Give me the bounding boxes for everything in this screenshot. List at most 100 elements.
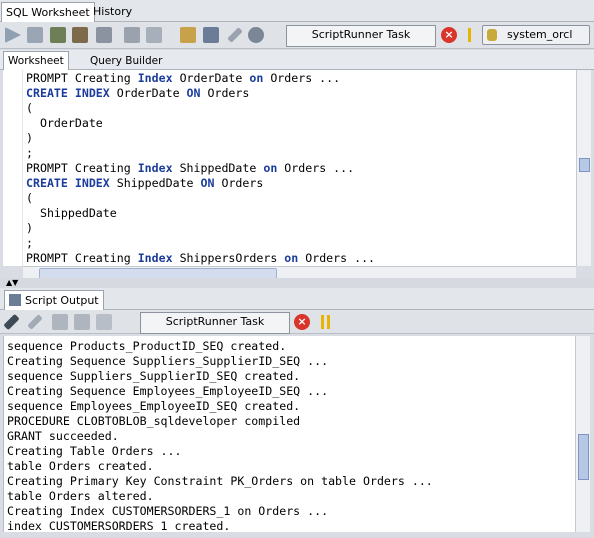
output-tab-bar: Script Output — [0, 288, 594, 311]
tab-worksheet[interactable]: Worksheet — [3, 51, 69, 71]
code-line: ( — [26, 101, 33, 116]
code-line: PROMPT Creating Index OrderDate on Order… — [26, 71, 340, 86]
tab-sql-worksheet[interactable]: SQL Worksheet — [1, 2, 95, 23]
editor-horizontal-scrollbar[interactable] — [23, 266, 576, 279]
output-line: GRANT succeeded. — [7, 429, 119, 443]
output-line: Creating Table Orders ... — [7, 444, 182, 458]
editor-vscroll-thumb[interactable] — [579, 158, 590, 172]
sql-keyword: ON — [200, 176, 215, 190]
code-text: ( — [26, 191, 33, 205]
script-output-area[interactable]: sequence Products_ProductID_SEQ created.… — [3, 336, 575, 532]
code-text: ShippedDate — [26, 206, 117, 220]
output-line: sequence Products_ProductID_SEQ created. — [7, 339, 287, 353]
cancel-icon[interactable] — [96, 27, 112, 43]
code-text: ( — [26, 101, 33, 115]
code-line: CREATE INDEX ShippedDate ON Orders — [26, 176, 263, 191]
code-line: ShippedDate — [26, 206, 117, 221]
code-line: ; — [26, 236, 33, 251]
output-toolbar: ScriptRunner Task × — [0, 310, 594, 334]
output-vertical-scrollbar[interactable] — [575, 336, 590, 532]
tab-query-builder[interactable]: Query Builder — [86, 51, 166, 70]
worksheet-tab-bar: SQL Worksheet History — [0, 0, 594, 23]
code-line: PROMPT Creating Index ShippersOrders on … — [26, 251, 375, 266]
output-line: PROCEDURE CLOBTOBLOB_sqldeveloper compil… — [7, 414, 301, 428]
run-statement-icon[interactable] — [5, 27, 21, 43]
commit-icon[interactable] — [50, 27, 66, 43]
code-text: OrderDate — [109, 86, 187, 100]
code-line: OrderDate — [26, 116, 103, 131]
code-text: PROMPT Creating — [26, 251, 138, 265]
code-text: OrderDate — [172, 71, 250, 85]
sql-keyword: Index — [137, 161, 173, 175]
collapse-arrows-icon[interactable]: ▲▼ — [6, 278, 18, 287]
sql-tuning-icon[interactable] — [124, 27, 140, 43]
output-scriptrunner-task-progress: ScriptRunner Task — [140, 312, 290, 334]
sql-keyword: Index — [137, 251, 173, 265]
stop-task-icon[interactable]: × — [441, 27, 457, 43]
scriptrunner-task-progress: ScriptRunner Task — [286, 25, 436, 47]
output-line: table Orders created. — [7, 459, 154, 473]
output-line: sequence Employees_EmployeeID_SEQ create… — [7, 399, 301, 413]
code-text: Orders — [214, 176, 264, 190]
editor-vertical-scrollbar[interactable] — [576, 70, 591, 266]
tab-history[interactable]: History — [89, 2, 136, 22]
stop-output-task-icon[interactable]: × — [294, 314, 310, 330]
code-text: PROMPT Creating — [26, 71, 138, 85]
code-text: ShippedDate — [172, 161, 264, 175]
output-line: sequence Suppliers_SupplierID_SEQ create… — [7, 369, 301, 383]
code-text: ; — [26, 146, 33, 160]
database-icon — [487, 29, 497, 41]
code-text: ShippedDate — [109, 176, 201, 190]
sql-keyword: Index — [137, 71, 173, 85]
rollback-icon[interactable] — [72, 27, 88, 43]
code-line: ( — [26, 191, 33, 206]
output-line: index CUSTOMERSORDERS_1 created. — [7, 519, 231, 532]
code-line: ; — [26, 146, 33, 161]
tab-script-output[interactable]: Script Output — [4, 290, 104, 311]
connection-select[interactable]: system_orcl — [482, 25, 590, 45]
explain-plan-icon[interactable] — [146, 27, 162, 43]
code-text: ; — [26, 236, 33, 250]
output-line: Creating Primary Key Constraint PK_Order… — [7, 474, 433, 488]
print-output-icon[interactable] — [74, 314, 90, 330]
code-lines: PROMPT Creating Index OrderDate on Order… — [0, 70, 576, 266]
clear-icon[interactable] — [227, 27, 243, 43]
editor-subtab-bar: Worksheet Query Builder — [0, 50, 594, 71]
code-text: Orders ... — [263, 71, 341, 85]
sql-keyword: on — [249, 71, 264, 85]
code-line: CREATE INDEX OrderDate ON Orders — [26, 86, 249, 101]
code-text: ShippersOrders — [172, 251, 285, 265]
output-line: table Orders altered. — [7, 489, 154, 503]
code-text: ) — [26, 221, 33, 235]
format-icon[interactable] — [203, 27, 219, 43]
connection-name: system_orcl — [507, 28, 573, 41]
run-script-icon[interactable] — [27, 27, 43, 43]
sql-keyword: ON — [186, 86, 201, 100]
output-line: Creating Sequence Suppliers_SupplierID_S… — [7, 354, 329, 368]
save-output-icon[interactable] — [52, 314, 68, 330]
panel-splitter[interactable]: ▲▼ — [0, 278, 594, 288]
output-line: Creating Sequence Employees_EmployeeID_S… — [7, 384, 329, 398]
code-text: PROMPT Creating — [26, 161, 138, 175]
output-vscroll-thumb[interactable] — [578, 434, 589, 480]
sql-history-icon[interactable] — [180, 27, 196, 43]
sql-keyword: on — [263, 161, 278, 175]
code-text: Orders ... — [277, 161, 355, 175]
pause-output-bar-1[interactable] — [321, 315, 324, 329]
pin-icon[interactable] — [3, 313, 20, 331]
code-line: ) — [26, 131, 33, 146]
pause-task-icon[interactable] — [468, 28, 471, 42]
code-text: OrderDate — [26, 116, 103, 130]
code-text: ) — [26, 131, 33, 145]
code-text: Orders ... — [298, 251, 376, 265]
autotrace-icon[interactable] — [248, 27, 264, 43]
script-output-icon — [9, 294, 21, 306]
sql-keyword: CREATE INDEX — [26, 86, 110, 100]
sql-keyword: on — [284, 251, 299, 265]
output-line: Creating Index CUSTOMERSORDERS_1 on Orde… — [7, 504, 329, 518]
pause-output-bar-2[interactable] — [327, 315, 330, 329]
buffer-size-icon[interactable] — [96, 314, 112, 330]
code-line: ) — [26, 221, 33, 236]
script-output-label: Script Output — [25, 294, 99, 307]
clear-output-icon[interactable] — [27, 314, 43, 330]
